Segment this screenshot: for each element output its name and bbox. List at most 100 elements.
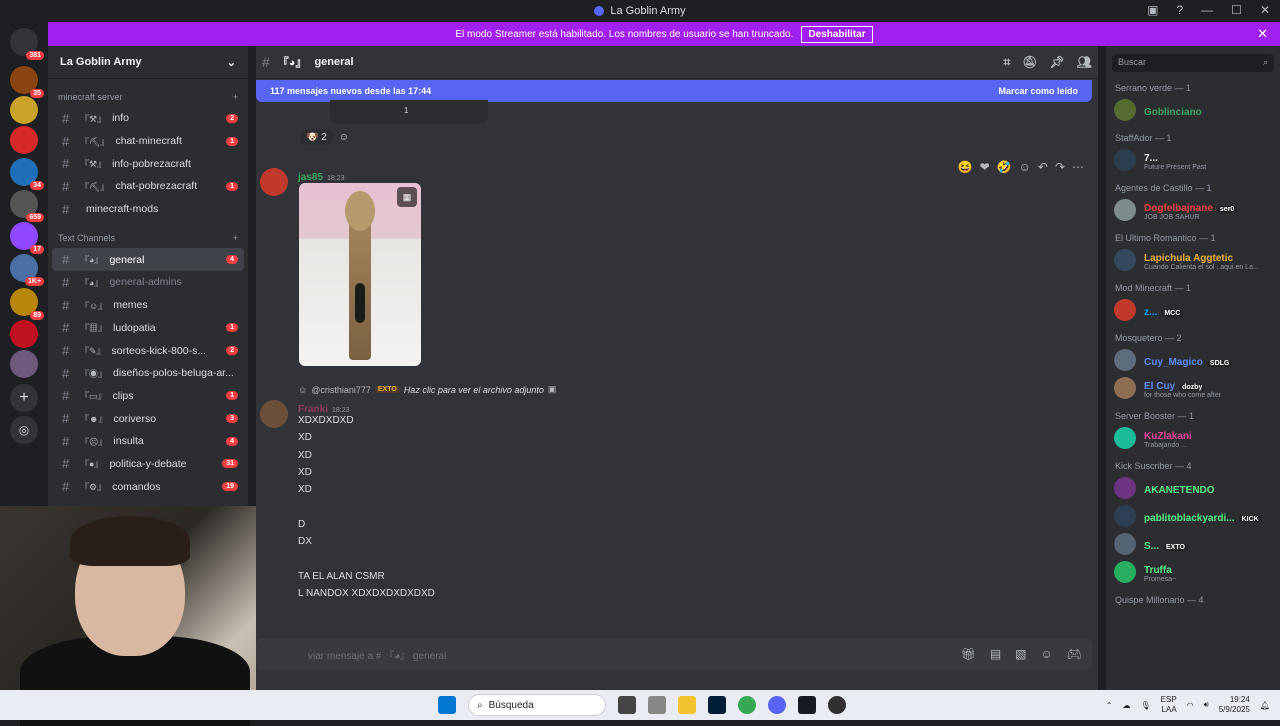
emoji-laugh-icon[interactable]: 😆 (958, 160, 973, 174)
steam-icon[interactable] (798, 696, 816, 714)
channel-memes[interactable]: # 『☺』 memes (52, 294, 244, 317)
cloud-icon[interactable]: ☁ (1123, 701, 1131, 710)
close-banner-icon[interactable]: ✕ (1257, 26, 1268, 42)
member-item[interactable]: Goblinciano (1106, 96, 1280, 124)
photoshop-icon[interactable] (708, 696, 726, 714)
file-explorer-icon[interactable] (678, 696, 696, 714)
server-icon[interactable] (10, 320, 38, 348)
emoji-heart-icon[interactable]: ❤ (980, 160, 990, 174)
server-icon[interactable]: 659 (10, 190, 44, 222)
mark-read-button[interactable]: Marcar como leído (998, 86, 1078, 96)
emoji-icon[interactable]: ☺ (1041, 647, 1053, 661)
avatar[interactable] (260, 400, 288, 428)
windows-start-icon[interactable] (438, 696, 456, 714)
server-icon[interactable] (10, 126, 38, 154)
category-minecraft[interactable]: minecraft server + (48, 87, 248, 107)
add-channel-icon[interactable]: + (233, 92, 238, 102)
member-item[interactable]: S... EXTO (1106, 530, 1280, 558)
more-icon[interactable]: ⋯ (1072, 160, 1084, 174)
channel-info[interactable]: # 『⚒』 info 2 (52, 107, 244, 130)
taskbar-search[interactable]: ⌕ Búsqueda (468, 694, 606, 716)
obs-icon[interactable] (828, 696, 846, 714)
mic-icon[interactable]: 🎙︎ (1141, 701, 1151, 710)
search-input[interactable]: Buscar ⌕ (1112, 54, 1274, 72)
gift-icon[interactable]: 🎁︎ (961, 647, 976, 661)
member-item[interactable]: pablitoblackyardi... KICK (1106, 502, 1280, 530)
help-icon[interactable]: ? (1176, 3, 1183, 17)
channel-insulta[interactable]: # 『☹』 insulta 4 (52, 430, 244, 453)
reply-preview[interactable]: ☺ @cristhiani777 EXTO Haz clic para ver … (298, 384, 556, 395)
emoji-cry-icon[interactable]: 🤣 (997, 160, 1012, 174)
wifi-icon[interactable]: ◠ (1187, 701, 1194, 710)
member-item[interactable]: Truffa Promesa~ (1106, 558, 1280, 586)
member-item[interactable]: AKANETENDO (1106, 474, 1280, 502)
language-indicator[interactable]: ESP LAA (1161, 695, 1177, 715)
channel-general[interactable]: # 『◕』 general 4 (52, 248, 244, 272)
forward-icon[interactable]: ↷ (1055, 160, 1065, 174)
tray-chevron-icon[interactable]: ⌃ (1106, 701, 1113, 710)
reaction-chip[interactable]: 🐶 2 (300, 130, 333, 145)
member-item[interactable]: Lapichula Aggtetic Cuando Calienta el sol… (1106, 246, 1280, 274)
server-icon[interactable]: 34 (10, 158, 44, 190)
add-reaction-icon[interactable]: ☺ (1019, 160, 1031, 174)
member-item[interactable]: 7... Future Present Past (1106, 146, 1280, 174)
threads-icon[interactable]: ⌗ (1004, 55, 1011, 70)
channel-info-pobrezacraft[interactable]: # 『⚒』 info-pobrezacraft (52, 152, 244, 175)
discover-icon[interactable]: ◎ (10, 416, 38, 444)
image-attachment[interactable]: ▦ (299, 183, 421, 366)
message-input[interactable]: viar mensaje a # 『◕』 general 🎁︎ ▤ ▧ ☺ 🎮︎ (256, 638, 1092, 670)
channel-chat-pobrezacraft[interactable]: # 『⛏』 chat-pobrezacraft 1 (52, 175, 244, 198)
maximize-button[interactable]: ☐ (1231, 3, 1242, 17)
channel-sorteos-kick-800-s[interactable]: # 『✎』 sorteos-kick-800-s... 2 (52, 339, 244, 362)
app-icon[interactable] (648, 696, 666, 714)
reply-icon[interactable]: ↶ (1038, 160, 1048, 174)
channel-comandos[interactable]: # 『⚙』 comandos 19 (52, 475, 244, 498)
inbox-icon[interactable]: ▣ (1147, 3, 1158, 17)
discord-taskbar-icon[interactable] (768, 696, 786, 714)
member-item[interactable]: Cuy_Magico SDLG (1106, 346, 1280, 374)
channel-clips[interactable]: # 『▭』 clips 1 (52, 385, 244, 408)
minimize-button[interactable]: — (1201, 3, 1213, 17)
channel-politica-y-debate[interactable]: # 『●』 politica-y-debate 31 (52, 453, 244, 476)
add-channel-icon[interactable]: + (233, 233, 238, 243)
chrome-icon[interactable] (738, 696, 756, 714)
channel-chat-minecraft[interactable]: # 『⛏』 chat-minecraft 1 (52, 130, 244, 153)
volume-icon[interactable]: 🔊︎ (1204, 700, 1209, 710)
server-icon[interactable]: 35 (10, 66, 44, 98)
notifications-icon[interactable]: 🔕︎ (1022, 55, 1037, 70)
pin-icon[interactable]: 📌︎ (1050, 55, 1065, 70)
avatar[interactable] (260, 168, 288, 196)
member-item[interactable]: KuZlakani Trabajando ... (1106, 424, 1280, 452)
media-menu-icon[interactable]: ▦ (397, 187, 417, 207)
disable-streamer-button[interactable]: Deshabilitar (801, 25, 873, 43)
previous-reaction[interactable]: 1 (330, 100, 488, 124)
notification-icon[interactable]: 🔔︎ (1260, 701, 1270, 710)
add-reaction-icon[interactable]: ☺ (339, 132, 349, 143)
member-item[interactable]: El Cuy dozby for those who come after (1106, 374, 1280, 402)
add-server-icon[interactable]: + (10, 384, 38, 412)
channel-minecraft-mods[interactable]: # minecraft-mods (52, 198, 244, 221)
channel-coriverso[interactable]: # 『☻』 coriverso 3 (52, 407, 244, 430)
channel-diseos-polos-beluga-ar[interactable]: # 『◉』 diseños-polos-beluga-ar... (52, 362, 244, 385)
new-messages-bar[interactable]: 117 mensajes nuevos desde las 17:44 Marc… (256, 80, 1092, 102)
members-icon[interactable]: 👥︎ (1077, 55, 1092, 70)
apps-icon[interactable]: 🎮︎ (1067, 647, 1082, 661)
channel-general-admins[interactable]: # 『◕』 general-admins (52, 271, 244, 294)
channel-ludopatia[interactable]: # 『▦』 ludopatia 1 (52, 317, 244, 340)
close-window-button[interactable]: ✕ (1260, 3, 1270, 17)
clock[interactable]: 19:24 5/9/2025 (1219, 695, 1250, 715)
server-icon[interactable] (10, 350, 38, 378)
server-icon[interactable]: 17 (10, 222, 44, 254)
gif-icon[interactable]: ▤ (990, 647, 1001, 661)
task-view-icon[interactable] (618, 696, 636, 714)
sticker-icon[interactable]: ▧ (1015, 647, 1026, 661)
category-text-channels[interactable]: Text Channels + (48, 228, 248, 248)
home-button[interactable]: 381 (10, 28, 44, 60)
server-icon[interactable]: 89 (10, 288, 44, 320)
server-header[interactable]: La Goblin Army ⌄ (48, 46, 248, 79)
server-icon[interactable]: 1K+ (10, 254, 44, 286)
message-username[interactable]: jas85 (298, 172, 323, 183)
server-icon[interactable] (10, 96, 38, 124)
member-item[interactable]: Dogfelbajnane ser0 JOB JOB SAHUR (1106, 196, 1280, 224)
member-item[interactable]: z... MCC (1106, 296, 1280, 324)
